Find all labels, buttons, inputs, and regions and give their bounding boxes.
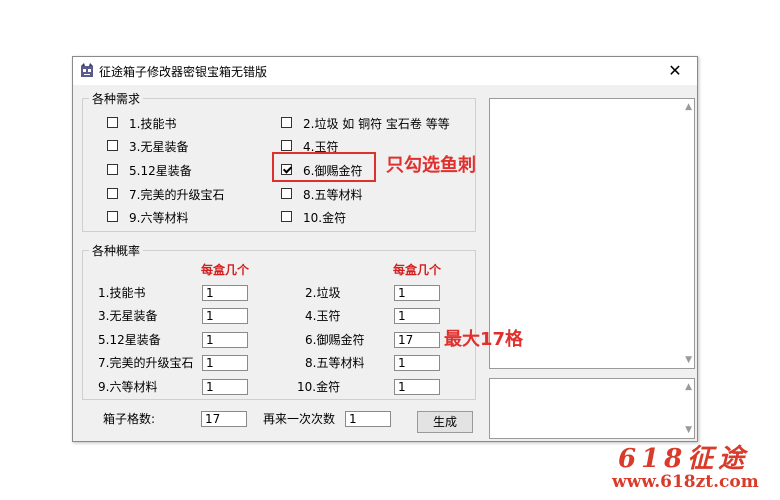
prob-input-5[interactable]: 1: [202, 332, 248, 348]
scroll-up-icon[interactable]: ▲: [685, 382, 692, 392]
prob-input-10[interactable]: 1: [394, 379, 440, 395]
prob-group-title: 各种概率: [89, 242, 144, 259]
brand-logo: 618征途: [618, 444, 750, 474]
highlight-box: [272, 152, 376, 182]
prob-label-8: 8.五等材料: [305, 356, 365, 370]
prob-label-1: 1.技能书: [98, 286, 146, 300]
need-checkbox-5[interactable]: [107, 164, 118, 175]
prob-label-6: 6.御赐金符: [305, 333, 365, 347]
window-title: 征途箱子修改器密银宝箱无错版: [99, 65, 268, 79]
scroll-down-icon[interactable]: ▼: [685, 425, 692, 435]
box-count-input[interactable]: 17: [201, 411, 247, 427]
prob-input-1[interactable]: 1: [202, 285, 248, 301]
need-label-8: 8.五等材料: [303, 188, 363, 202]
need-checkbox-7[interactable]: [107, 188, 118, 199]
need-checkbox-4[interactable]: [281, 140, 292, 151]
prob-col-header-right: 每盒几个: [393, 263, 442, 277]
prob-label-9: 9.六等材料: [98, 380, 158, 394]
need-checkbox-9[interactable]: [107, 211, 118, 222]
repeat-input[interactable]: 1: [345, 411, 391, 427]
prob-col-header-left: 每盒几个: [201, 263, 250, 277]
repeat-label: 再来一次次数: [263, 412, 336, 426]
prob-input-4[interactable]: 1: [394, 308, 440, 324]
prob-input-7[interactable]: 1: [202, 355, 248, 371]
app-window: 征途箱子修改器密银宝箱无错版 ✕ 各种需求 1.技能书 2.垃圾 如 铜符 宝石…: [72, 56, 698, 442]
app-icon: [81, 63, 93, 77]
title-bar: 征途箱子修改器密银宝箱无错版 ✕: [73, 57, 697, 85]
output-list-bottom[interactable]: ▲ ▼: [489, 378, 695, 439]
generate-button[interactable]: 生成: [417, 411, 473, 433]
need-checkbox-8[interactable]: [281, 188, 292, 199]
need-label-7: 7.完美的升级宝石: [129, 188, 225, 202]
need-checkbox-3[interactable]: [107, 140, 118, 151]
prob-input-2[interactable]: 1: [394, 285, 440, 301]
need-label-10: 10.金符: [303, 211, 347, 225]
needs-group-title: 各种需求: [89, 90, 144, 107]
prob-label-4: 4.玉符: [305, 309, 341, 323]
need-label-1: 1.技能书: [129, 117, 177, 131]
prob-label-7: 7.完美的升级宝石: [98, 356, 194, 370]
annotation-max-cells: 最大17格: [444, 329, 524, 350]
scroll-up-icon[interactable]: ▲: [685, 102, 692, 112]
annotation-only-check: 只勾选鱼刺: [386, 155, 476, 176]
close-button[interactable]: ✕: [653, 57, 697, 85]
need-label-9: 9.六等材料: [129, 211, 189, 225]
box-count-label: 箱子格数:: [103, 412, 156, 426]
close-icon: ✕: [668, 61, 682, 80]
prob-input-9[interactable]: 1: [202, 379, 248, 395]
need-checkbox-2[interactable]: [281, 117, 292, 128]
prob-group: 各种概率 每盒几个 每盒几个 1.技能书 1 2.垃圾 1 3.无星装备 1 4…: [82, 242, 476, 400]
prob-input-6[interactable]: 17: [394, 332, 440, 348]
brand-url: www.618zt.com: [612, 472, 759, 492]
prob-label-5: 5.12星装备: [98, 333, 161, 347]
prob-label-10: 10.金符: [297, 380, 341, 394]
need-label-2: 2.垃圾 如 铜符 宝石卷 等等: [303, 117, 450, 131]
prob-label-2: 2.垃圾: [305, 286, 341, 300]
scroll-down-icon[interactable]: ▼: [685, 355, 692, 365]
prob-input-8[interactable]: 1: [394, 355, 440, 371]
prob-label-3: 3.无星装备: [98, 309, 158, 323]
need-label-3: 3.无星装备: [129, 140, 189, 154]
need-checkbox-10[interactable]: [281, 211, 292, 222]
need-checkbox-1[interactable]: [107, 117, 118, 128]
prob-input-3[interactable]: 1: [202, 308, 248, 324]
need-label-5: 5.12星装备: [129, 164, 192, 178]
